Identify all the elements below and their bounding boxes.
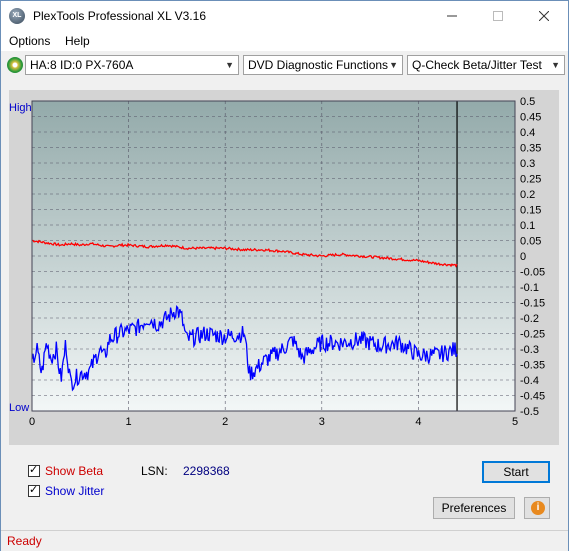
y-tick-label: 0.4 — [520, 127, 535, 139]
app-logo-icon: XL — [9, 8, 25, 24]
y-tick-label: -0.35 — [520, 360, 545, 372]
maximize-icon — [493, 11, 503, 21]
x-tick-label: 0 — [29, 416, 35, 428]
y-tick-label: 0.45 — [520, 112, 541, 124]
lsn-label: LSN: — [141, 464, 168, 478]
minimize-icon — [447, 15, 457, 17]
y-axis-low-label: Low — [9, 402, 29, 414]
close-icon — [539, 11, 549, 21]
y-tick-label: -0.5 — [520, 406, 539, 418]
test-select-value: Q-Check Beta/Jitter Test — [412, 58, 542, 72]
test-select[interactable]: Q-Check Beta/Jitter Test ▼ — [407, 55, 565, 75]
menu-help[interactable]: Help — [65, 34, 90, 48]
y-tick-label: 0.2 — [520, 189, 535, 201]
disc-drive-icon — [7, 57, 23, 73]
preferences-button[interactable]: Preferences — [433, 497, 515, 519]
drive-select[interactable]: HA:8 ID:0 PX-760A ▼ — [25, 55, 239, 75]
menu-bar: Options Help — [1, 31, 568, 51]
control-panel: Show Beta Show Jitter LSN: 2298368 Start… — [1, 453, 568, 530]
beta-jitter-chart: 0 1 2 3 4 5 0.5 0.45 0.4 0.35 0.3 0.25 0.2 0.15 0.1 0.0… — [9, 96, 545, 428]
y-tick-label: 0.5 — [520, 96, 535, 108]
y-tick-label: -0.2 — [520, 313, 539, 325]
y-tick-label: -0.3 — [520, 344, 539, 356]
y-tick-label: -0.25 — [520, 329, 545, 341]
y-tick-label: 0 — [520, 251, 526, 263]
y-tick-label: 0.05 — [520, 236, 541, 248]
status-bar: Ready — [1, 530, 568, 551]
y-tick-label: -0.15 — [520, 298, 545, 310]
chevron-down-icon: ▼ — [225, 60, 234, 70]
y-tick-label: 0.15 — [520, 205, 541, 217]
show-jitter-label[interactable]: Show Jitter — [45, 484, 104, 498]
info-icon: i — [531, 501, 545, 515]
menu-options[interactable]: Options — [9, 34, 50, 48]
y-tick-label: 0.25 — [520, 174, 541, 186]
y-tick-label: 0.3 — [520, 158, 535, 170]
function-select[interactable]: DVD Diagnostic Functions ▼ — [243, 55, 403, 75]
y-tick-label: -0.4 — [520, 375, 539, 387]
chevron-down-icon: ▼ — [389, 60, 398, 70]
close-button[interactable] — [521, 1, 567, 31]
info-button[interactable]: i — [524, 497, 550, 519]
maximize-button[interactable] — [475, 1, 521, 31]
drive-select-value: HA:8 ID:0 PX-760A — [30, 58, 134, 72]
status-text: Ready — [7, 534, 42, 548]
toolbar: HA:8 ID:0 PX-760A ▼ DVD Diagnostic Funct… — [1, 52, 568, 79]
chart-panel: 0 1 2 3 4 5 0.5 0.45 0.4 0.35 0.3 0.25 0.2 0.15 0.1 0.0… — [9, 90, 559, 445]
minimize-button[interactable] — [429, 1, 475, 31]
show-beta-label[interactable]: Show Beta — [45, 464, 103, 478]
y-axis-high-label: High — [9, 102, 32, 114]
chevron-down-icon: ▼ — [551, 60, 560, 70]
y-tick-label: -0.05 — [520, 267, 545, 279]
x-tick-label: 4 — [415, 416, 421, 428]
lsn-value: 2298368 — [183, 464, 230, 478]
y-tick-label: 0.35 — [520, 143, 541, 155]
y-tick-label: -0.45 — [520, 391, 545, 403]
show-beta-checkbox[interactable] — [28, 463, 40, 477]
x-tick-label: 1 — [126, 416, 132, 428]
start-button[interactable]: Start — [482, 461, 550, 483]
title-bar: XL PlexTools Professional XL V3.16 — [1, 1, 568, 31]
y-tick-label: 0.1 — [520, 220, 535, 232]
app-window: XL PlexTools Professional XL V3.16 Optio… — [0, 0, 569, 551]
window-title: PlexTools Professional XL V3.16 — [33, 9, 206, 23]
x-tick-label: 3 — [319, 416, 325, 428]
y-tick-label: -0.1 — [520, 282, 539, 294]
x-tick-label: 2 — [222, 416, 228, 428]
x-tick-label: 5 — [512, 416, 518, 428]
function-select-value: DVD Diagnostic Functions — [248, 58, 389, 72]
show-jitter-checkbox[interactable] — [28, 483, 40, 497]
